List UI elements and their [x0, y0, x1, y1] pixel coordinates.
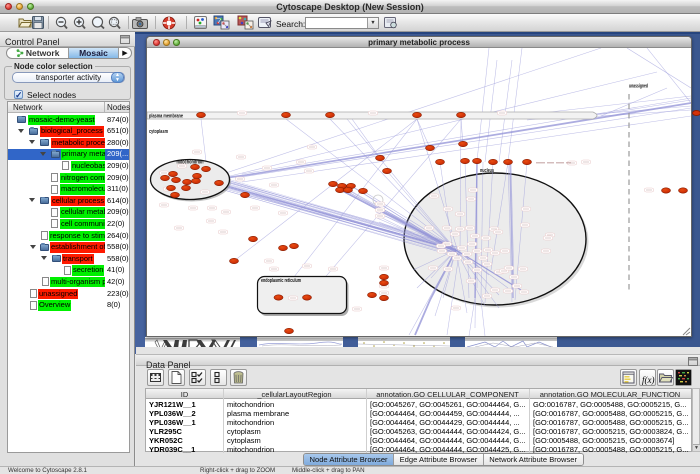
svg-text:nucleus: nucleus: [480, 168, 494, 174]
svg-text:cytoplasm: cytoplasm: [149, 129, 168, 135]
svg-text:plasma membrane: plasma membrane: [149, 114, 184, 120]
svg-text:endoplasmic reticulum: endoplasmic reticulum: [261, 278, 301, 284]
svg-text:unassigned: unassigned: [629, 84, 648, 90]
